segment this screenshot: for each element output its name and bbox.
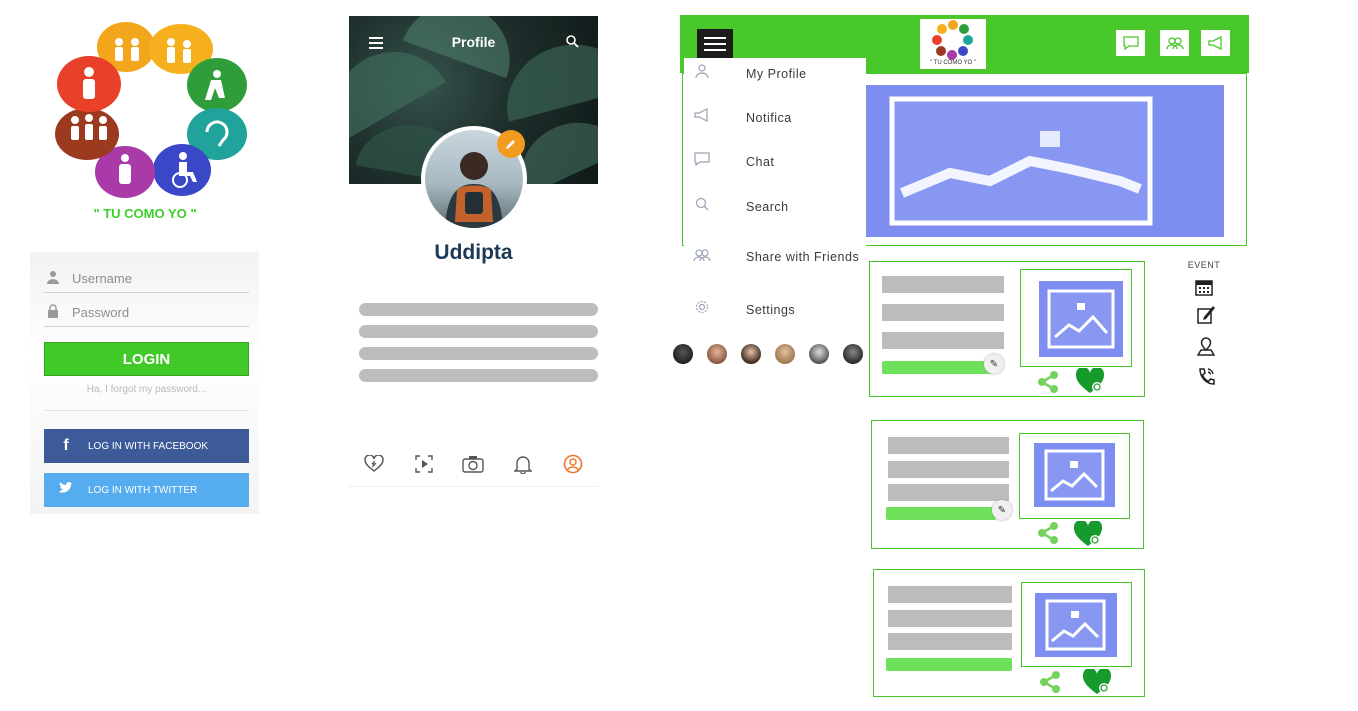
friend-avatar[interactable] [707,344,727,364]
progress-bar [886,507,996,520]
share-icon[interactable] [1036,370,1060,394]
search-icon [684,197,720,216]
post-card[interactable] [873,569,1145,697]
friend-avatar[interactable] [673,344,693,364]
like-icon[interactable] [1082,667,1112,695]
twitter-icon [44,481,88,499]
drawer-item-my-profile[interactable]: My Profile [684,64,866,83]
drawer-label: Share with Friends [746,250,860,264]
heart-plus-icon[interactable] [360,450,388,478]
forgot-password-link[interactable]: Ha, I forgot my password... [44,384,249,395]
skeleton-line [359,347,598,360]
location-icon[interactable] [1196,336,1216,361]
skeleton-line [359,303,598,316]
image-placeholder [1039,281,1123,357]
skeleton-line [888,586,1012,603]
megaphone-icon[interactable] [1201,30,1230,56]
password-field[interactable] [44,298,249,327]
header-logo-caption: " TU COMO YO " [929,60,977,66]
skeleton-line [888,437,1009,454]
event-toolbar: EVENT [1186,260,1222,385]
drawer-label: Chat [746,154,775,169]
drawer-label: My Profile [746,66,807,81]
like-icon[interactable] [1073,519,1103,547]
twitter-login-button[interactable]: LOG IN WITH TWITTER [44,473,249,507]
username-field[interactable] [44,264,249,293]
app-logo [55,22,255,202]
skeleton-line [359,325,598,338]
user-icon [44,270,62,287]
skeleton-line [882,332,1004,349]
progress-bar [886,658,1012,671]
chat-icon [684,152,720,171]
drawer-label: Settings [746,302,796,317]
friend-avatar[interactable] [809,344,829,364]
facebook-login-button[interactable]: f LOG IN WITH FACEBOOK [44,429,249,463]
username-input[interactable] [70,269,244,287]
friend-avatar[interactable] [843,344,863,364]
drawer-item-chat[interactable]: Chat [684,152,866,171]
nav-drawer: My Profile Notifica Chat Search Share wi… [684,58,866,338]
skeleton-line [882,304,1004,321]
divider [44,410,249,411]
drawer-item-search[interactable]: Search [684,197,866,216]
image-placeholder [840,85,1224,237]
drawer-item-share-with-friends[interactable]: Share with Friends [684,248,866,266]
pencil-icon[interactable]: ✎ [984,354,1004,374]
pencil-icon [506,140,515,149]
camera-icon[interactable] [459,450,487,478]
search-icon[interactable] [566,35,579,53]
friend-avatar[interactable] [741,344,761,364]
progress-bar [882,361,994,374]
image-placeholder [1034,443,1115,507]
calendar-icon[interactable] [1195,278,1213,301]
bell-icon[interactable] [509,450,537,478]
password-input[interactable] [70,303,244,321]
image-placeholder [1035,593,1117,657]
facebook-icon: f [63,437,69,454]
profile-name: Uddipta [434,241,513,264]
skeleton-line [888,484,1009,501]
user-icon [684,64,720,83]
lock-icon [44,303,62,321]
post-card[interactable]: ✎ [871,420,1144,549]
share-icon[interactable] [1038,670,1062,694]
drawer-item-settings[interactable]: Settings [684,300,866,319]
skeleton-line [359,369,598,382]
login-button[interactable]: LOGIN [44,342,249,376]
event-label: EVENT [1187,260,1221,270]
skeleton-line [888,610,1012,627]
drawer-label: Notifica [746,110,792,125]
twitter-login-label: LOG IN WITH TWITTER [88,484,198,496]
friend-avatar[interactable] [775,344,795,364]
phone-icon[interactable] [1197,367,1215,392]
post-card[interactable]: ✎ [869,261,1145,397]
chat-icon[interactable] [1116,30,1145,56]
gear-icon [684,300,720,319]
edit-avatar-button[interactable] [497,130,525,158]
share-icon[interactable] [1036,521,1060,545]
skeleton-line [882,276,1004,293]
edit-note-icon[interactable] [1197,304,1215,329]
profile-screen: Profile Uddipta [349,16,598,487]
like-icon[interactable] [1075,366,1105,394]
megaphone-icon [684,108,720,127]
login-panel: LOGIN Ha, I forgot my password... f LOG … [30,252,259,514]
facebook-login-label: LOG IN WITH FACEBOOK [88,440,209,452]
header-logo[interactable]: " TU COMO YO " [920,19,986,69]
accessibility-community-icon [71,38,229,188]
hamburger-menu-button[interactable] [697,29,733,59]
skeleton-line [888,633,1012,650]
app-tagline: " TU COMO YO " [93,206,197,221]
screen-title: Profile [451,34,496,50]
user-icon[interactable] [559,450,587,478]
skeleton-line [888,461,1009,478]
bottom-tab-bar [349,442,598,487]
friends-icon[interactable] [1160,30,1189,56]
drawer-label: Search [746,199,789,214]
drawer-item-notifications[interactable]: Notifica [684,108,866,127]
video-icon[interactable] [410,450,438,478]
friends-icon [684,248,720,266]
pencil-icon[interactable]: ✎ [992,500,1012,520]
